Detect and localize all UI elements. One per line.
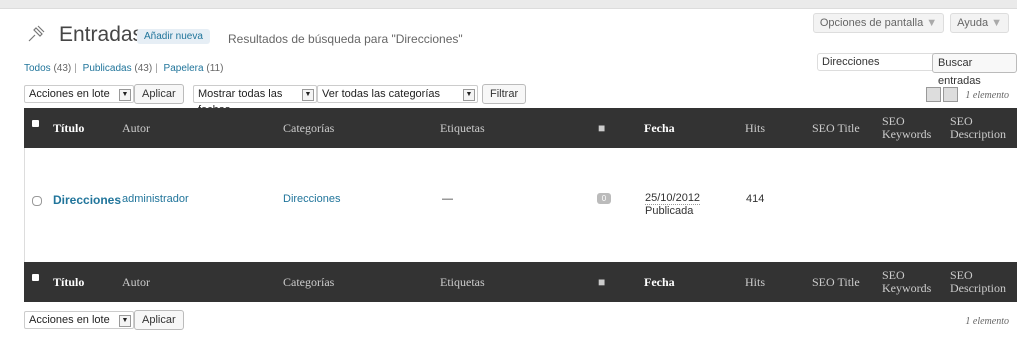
bulk-actions-select-bottom[interactable]: Acciones en lote ▼ <box>24 311 134 329</box>
chevron-down-icon: ▼ <box>119 315 131 327</box>
column-tags: Etiquetas <box>440 274 485 289</box>
chevron-down-icon: ▼ <box>119 89 131 101</box>
column-date[interactable]: Fecha <box>644 262 675 302</box>
column-seo-keywords: SEO Keywords <box>882 114 932 141</box>
column-hits: Hits <box>745 120 766 135</box>
list-view-icon[interactable] <box>926 87 941 102</box>
category-filter-select[interactable]: Ver todas las categorías ▼ <box>317 85 478 103</box>
chevron-down-icon: ▼ <box>302 89 314 101</box>
chevron-down-icon: ▼ <box>463 89 475 101</box>
column-seo-title: SEO Title <box>812 274 860 289</box>
status-link-all[interactable]: Todos <box>24 63 51 74</box>
post-title-link[interactable]: Direcciones <box>53 193 121 207</box>
comments-icon[interactable]: ■ <box>598 262 605 302</box>
column-categories: Categorías <box>283 120 335 135</box>
date-filter-select[interactable]: Mostrar todas las fechas▼ <box>193 85 317 116</box>
items-count: 1 elemento <box>965 90 1009 101</box>
posts-table: Título Autor Categorías Etiquetas ■ Fech… <box>24 108 1017 302</box>
post-status: Publicada <box>645 205 694 217</box>
column-tags: Etiquetas <box>440 120 485 135</box>
search-input[interactable]: Direcciones <box>817 53 936 71</box>
pushpin-icon <box>28 25 45 42</box>
bulk-actions-select[interactable]: Acciones en lote ▼ <box>24 85 134 103</box>
column-title[interactable]: Título <box>53 108 84 148</box>
screen-meta-links: Opciones de pantalla ▼ Ayuda ▼ <box>812 13 1009 33</box>
screen-options-button[interactable]: Opciones de pantalla ▼ <box>812 13 945 33</box>
view-mode-switch <box>926 87 958 102</box>
search-posts-button[interactable]: Buscar entradas <box>932 53 1017 87</box>
post-date: 25/10/2012 Publicada <box>645 192 701 217</box>
post-category-link[interactable]: Direcciones <box>283 193 340 205</box>
page-title: Entradas <box>59 23 144 46</box>
help-button[interactable]: Ayuda ▼ <box>950 13 1009 33</box>
select-all-checkbox[interactable] <box>32 120 39 127</box>
post-hits: 414 <box>746 193 765 205</box>
status-count: (43) <box>134 63 153 74</box>
column-seo-description: SEO Description <box>950 268 1006 295</box>
select-all-checkbox[interactable] <box>32 274 39 281</box>
column-seo-keywords: SEO Keywords <box>882 268 932 295</box>
column-hits: Hits <box>745 274 766 289</box>
top-bar <box>0 0 1017 9</box>
column-categories: Categorías <box>283 274 335 289</box>
search-results-subtitle: Resultados de búsqueda para "Direcciones… <box>228 32 463 46</box>
apply-button-bottom[interactable]: Aplicar <box>134 310 184 330</box>
table-header: Título Autor Categorías Etiquetas ■ Fech… <box>24 108 1017 148</box>
column-seo-title: SEO Title <box>812 120 860 135</box>
add-new-button[interactable]: Añadir nueva <box>137 29 210 44</box>
status-link-trash[interactable]: Papelera <box>164 63 204 74</box>
status-filter-links: Todos (43) | Publicadas (43) | Papelera (1… <box>24 63 224 74</box>
chevron-down-icon: ▼ <box>926 17 938 29</box>
table-footer: Título Autor Categorías Etiquetas ■ Fech… <box>24 262 1017 302</box>
items-count-bottom: 1 elemento <box>965 316 1009 327</box>
comment-count-badge[interactable]: 0 <box>597 193 611 204</box>
table-body: Direcciones administrador Direcciones — … <box>24 148 1017 262</box>
comments-icon[interactable]: ■ <box>598 108 605 148</box>
apply-button[interactable]: Aplicar <box>134 84 184 104</box>
post-author-link[interactable]: administrador <box>122 193 189 205</box>
row-checkbox[interactable] <box>32 196 42 206</box>
column-author: Autor <box>122 120 150 135</box>
column-seo-description: SEO Description <box>950 114 1006 141</box>
column-author: Autor <box>122 274 150 289</box>
excerpt-view-icon[interactable] <box>943 87 958 102</box>
column-title[interactable]: Título <box>53 262 84 302</box>
chevron-down-icon: ▼ <box>991 17 1002 29</box>
status-count: (43) <box>53 63 72 74</box>
post-tags: — <box>442 193 453 205</box>
status-link-published[interactable]: Publicadas <box>83 63 132 74</box>
column-date[interactable]: Fecha <box>644 108 675 148</box>
status-count: (11) <box>206 63 224 74</box>
filter-button[interactable]: Filtrar <box>482 84 527 104</box>
